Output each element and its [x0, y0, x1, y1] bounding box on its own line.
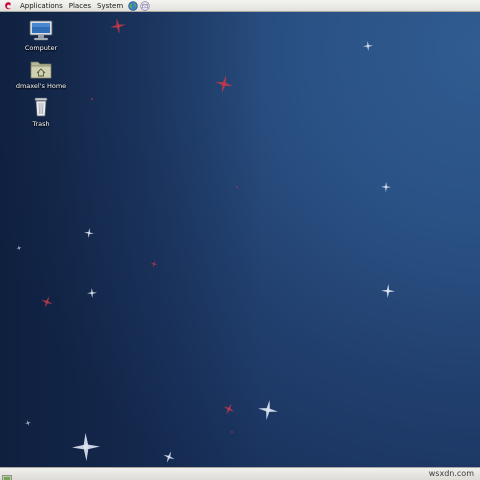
- wallpaper-star: [163, 451, 175, 463]
- desktop-icon-trash[interactable]: Trash: [6, 96, 76, 128]
- wallpaper-star: [223, 403, 235, 415]
- desktop-icon-label: Trash: [32, 120, 50, 128]
- menu-system[interactable]: System: [94, 0, 126, 12]
- home-folder-icon: [28, 58, 54, 80]
- email-client-icon[interactable]: [140, 0, 150, 11]
- wallpaper-star: [90, 97, 94, 101]
- wallpaper-star: [87, 288, 97, 298]
- web-browser-icon[interactable]: [128, 0, 138, 11]
- wallpaper-star: [230, 430, 234, 434]
- wallpaper-star: [25, 420, 31, 426]
- wallpaper-star: [215, 75, 233, 93]
- wallpaper-star: [84, 228, 94, 238]
- top-panel: Applications Places System: [0, 0, 480, 12]
- show-desktop-icon[interactable]: [2, 469, 12, 480]
- trash-icon: [28, 96, 54, 118]
- wallpaper-star: [16, 245, 22, 251]
- wallpaper-star: [41, 296, 53, 308]
- wallpaper-star: [72, 433, 100, 461]
- desktop[interactable]: Computer dmaxel's Home Trash: [0, 12, 480, 467]
- desktop-icon-home[interactable]: dmaxel's Home: [6, 58, 76, 90]
- computer-icon: [28, 20, 54, 42]
- desktop-icon-label: Computer: [24, 44, 58, 52]
- bottom-panel: wsxdn.com: [0, 467, 480, 480]
- screen: Applications Places System Computer dmax…: [0, 0, 480, 480]
- menu-places[interactable]: Places: [66, 0, 94, 12]
- debian-logo-icon[interactable]: [3, 1, 13, 11]
- desktop-icon-label: dmaxel's Home: [15, 82, 67, 90]
- menu-applications[interactable]: Applications: [17, 0, 66, 12]
- wallpaper-star: [150, 260, 158, 268]
- desktop-icon-computer[interactable]: Computer: [6, 20, 76, 52]
- wallpaper-star: [381, 182, 391, 192]
- wallpaper-star: [110, 18, 126, 34]
- wallpaper-star: [381, 284, 395, 298]
- wallpaper-star: [235, 185, 239, 189]
- wallpaper-star: [258, 400, 278, 420]
- watermark-text: wsxdn.com: [428, 469, 474, 478]
- wallpaper-star: [363, 41, 373, 51]
